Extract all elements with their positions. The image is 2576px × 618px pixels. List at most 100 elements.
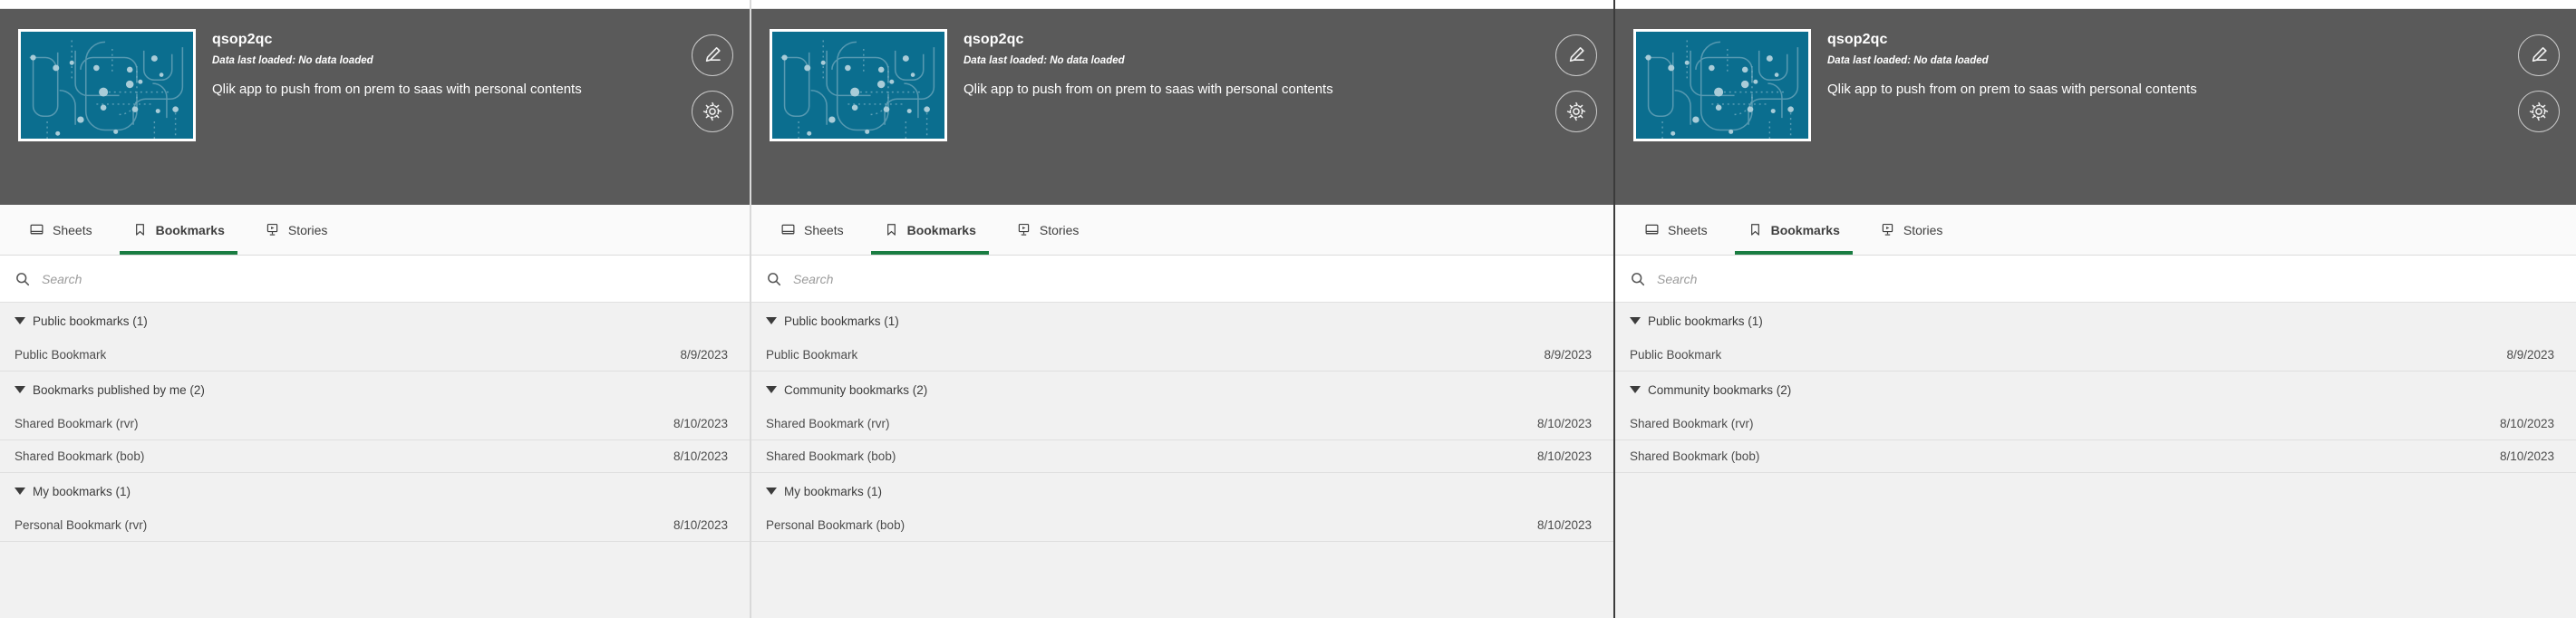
caret-down-icon <box>766 386 777 393</box>
search-input[interactable] <box>42 271 735 286</box>
search-icon <box>766 271 782 287</box>
caret-down-icon <box>766 488 777 495</box>
edit-app-button[interactable] <box>2518 34 2560 76</box>
tab-bookmarks[interactable]: Bookmarks <box>112 205 245 255</box>
app-meta: qsop2qc Data last loaded: No data loaded Q… <box>1827 29 2576 99</box>
bookmark-row[interactable]: Shared Bookmark (rvr) 8/10/2023 <box>1615 408 2576 440</box>
bookmark-date: 8/10/2023 <box>1536 417 1592 430</box>
app-meta: qsop2qc Data last loaded: No data loaded Q… <box>964 29 1613 99</box>
bookmark-group-label: My bookmarks (1) <box>784 484 883 498</box>
app-thumbnail-image <box>1636 32 1808 139</box>
bookmark-date: 8/10/2023 <box>2499 449 2554 463</box>
bookmark-name: Public Bookmark <box>15 348 107 362</box>
bookmark-name: Public Bookmark <box>766 348 858 362</box>
gear-icon <box>1565 101 1587 122</box>
bookmark-group-header[interactable]: Public bookmarks (1) <box>1615 303 2576 339</box>
tab-label: Bookmarks <box>155 222 225 237</box>
sheets-icon <box>780 222 796 237</box>
app-settings-button[interactable] <box>692 91 733 132</box>
bookmark-icon <box>132 222 148 237</box>
content-tabbar: Sheets Bookmarks Stories <box>0 205 750 256</box>
bookmark-row[interactable]: Shared Bookmark (rvr) 8/10/2023 <box>751 408 1613 440</box>
content-tabbar: Sheets Bookmarks Stories <box>1615 205 2576 256</box>
tab-label: Sheets <box>1668 222 1708 237</box>
tab-sheets[interactable]: Sheets <box>9 205 112 255</box>
tab-sheets[interactable]: Sheets <box>760 205 864 255</box>
caret-down-icon <box>15 488 25 495</box>
gear-icon <box>2528 101 2550 122</box>
bookmark-date: 8/10/2023 <box>1536 518 1592 532</box>
bookmarks-list: Public bookmarks (1) Public Bookmark 8/9/2… <box>1615 303 2576 618</box>
bookmark-group-header[interactable]: Bookmarks published by me (2) <box>0 372 750 408</box>
bookmark-name: Shared Bookmark (rvr) <box>766 417 890 430</box>
caret-down-icon <box>15 317 25 324</box>
bookmarks-list: Public bookmarks (1) Public Bookmark 8/9/2… <box>0 303 750 618</box>
tab-label: Bookmarks <box>906 222 976 237</box>
bookmark-group-header[interactable]: My bookmarks (1) <box>751 473 1613 509</box>
bookmark-name: Shared Bookmark (bob) <box>766 449 896 463</box>
bookmark-row[interactable]: Shared Bookmark (bob) 8/10/2023 <box>1615 440 2576 473</box>
tab-stories[interactable]: Stories <box>996 205 1099 255</box>
tab-label: Stories <box>1903 222 1943 237</box>
search-input[interactable] <box>793 271 1599 286</box>
tab-bookmarks[interactable]: Bookmarks <box>1728 205 1860 255</box>
content-tabbar: Sheets Bookmarks Stories <box>751 205 1613 256</box>
stories-icon <box>1880 222 1895 237</box>
app-title: qsop2qc <box>212 32 273 47</box>
bookmark-group-header[interactable]: Community bookmarks (2) <box>1615 372 2576 408</box>
app-settings-button[interactable] <box>2518 91 2560 132</box>
bookmark-name: Shared Bookmark (bob) <box>15 449 145 463</box>
app-header: qsop2qc Data last loaded: No data loaded Q… <box>1615 9 2576 205</box>
bookmark-group-label: Public bookmarks (1) <box>784 314 899 328</box>
bookmark-row[interactable]: Shared Bookmark (bob) 8/10/2023 <box>0 440 750 473</box>
edit-app-button[interactable] <box>1555 34 1597 76</box>
bookmark-name: Personal Bookmark (bob) <box>766 518 905 532</box>
bookmark-group-header[interactable]: My bookmarks (1) <box>0 473 750 509</box>
bookmark-row[interactable]: Personal Bookmark (rvr) 8/10/2023 <box>0 509 750 542</box>
panel-top-strip <box>1615 0 2576 9</box>
tab-stories[interactable]: Stories <box>245 205 348 255</box>
bookmark-date: 8/10/2023 <box>2499 417 2554 430</box>
app-meta: qsop2qc Data last loaded: No data loaded Q… <box>212 29 750 99</box>
bookmark-group-header[interactable]: Community bookmarks (2) <box>751 372 1613 408</box>
caret-down-icon <box>1630 317 1641 324</box>
bookmark-group-header[interactable]: Public bookmarks (1) <box>751 303 1613 339</box>
tab-sheets[interactable]: Sheets <box>1624 205 1728 255</box>
bookmark-row[interactable]: Shared Bookmark (rvr) 8/10/2023 <box>0 408 750 440</box>
app-title: qsop2qc <box>964 32 1024 47</box>
tab-label: Bookmarks <box>1770 222 1840 237</box>
bookmark-date: 8/9/2023 <box>680 348 728 362</box>
bookmark-row[interactable]: Public Bookmark 8/9/2023 <box>0 339 750 372</box>
app-last-loaded-status: Data last loaded: No data loaded <box>964 55 1125 66</box>
bookmark-group-label: My bookmarks (1) <box>33 484 131 498</box>
tab-bookmarks[interactable]: Bookmarks <box>864 205 996 255</box>
app-settings-button[interactable] <box>1555 91 1597 132</box>
bookmark-row[interactable]: Public Bookmark 8/9/2023 <box>1615 339 2576 372</box>
search-input[interactable] <box>1657 271 2561 286</box>
bookmark-name: Shared Bookmark (rvr) <box>15 417 139 430</box>
app-header: qsop2qc Data last loaded: No data loaded Q… <box>0 9 750 205</box>
bookmark-group-label: Public bookmarks (1) <box>33 314 148 328</box>
app-panel-1: qsop2qc Data last loaded: No data loaded Q… <box>0 0 750 618</box>
bookmark-date: 8/10/2023 <box>673 449 728 463</box>
tab-stories[interactable]: Stories <box>1860 205 1963 255</box>
bookmark-group-label: Community bookmarks (2) <box>1648 382 1792 397</box>
app-header: qsop2qc Data last loaded: No data loaded Q… <box>751 9 1613 205</box>
caret-down-icon <box>15 386 25 393</box>
app-panel-3: qsop2qc Data last loaded: No data loaded Q… <box>1613 0 2576 618</box>
bookmark-date: 8/10/2023 <box>673 518 728 532</box>
bookmark-date: 8/9/2023 <box>1544 348 1592 362</box>
app-panel-2: qsop2qc Data last loaded: No data loaded Q… <box>750 0 1613 618</box>
bookmark-name: Shared Bookmark (rvr) <box>1630 417 1754 430</box>
bookmark-group-header[interactable]: Public bookmarks (1) <box>0 303 750 339</box>
pencil-icon <box>1565 44 1587 66</box>
bookmark-icon <box>884 222 899 237</box>
search-icon <box>1630 271 1646 287</box>
search-bar <box>751 256 1613 303</box>
bookmark-row[interactable]: Personal Bookmark (bob) 8/10/2023 <box>751 509 1613 542</box>
bookmark-row[interactable]: Shared Bookmark (bob) 8/10/2023 <box>751 440 1613 473</box>
caret-down-icon <box>766 317 777 324</box>
edit-app-button[interactable] <box>692 34 733 76</box>
bookmark-row[interactable]: Public Bookmark 8/9/2023 <box>751 339 1613 372</box>
header-actions <box>2518 34 2560 132</box>
